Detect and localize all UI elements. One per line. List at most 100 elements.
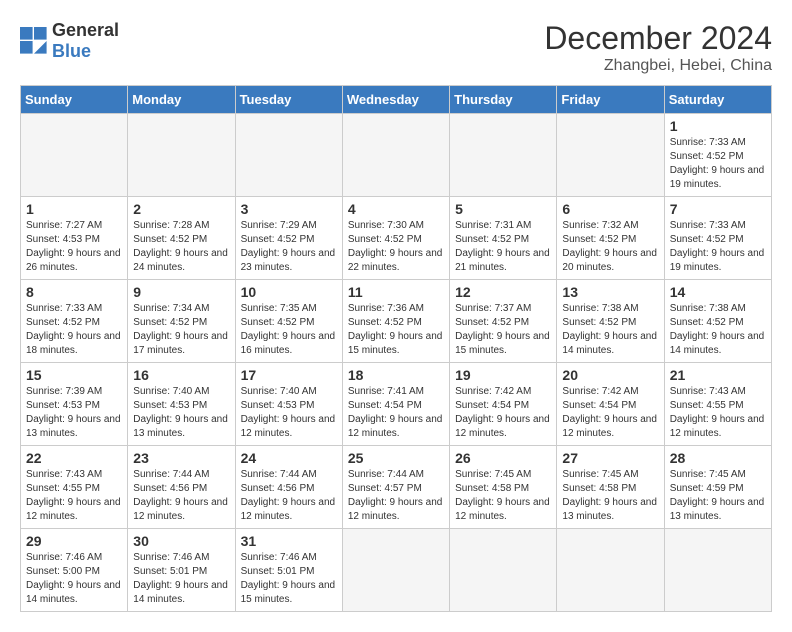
cell-details: Sunrise: 7:27 AMSunset: 4:53 PMDaylight:… [26, 219, 122, 275]
calendar-cell [235, 114, 342, 197]
day-number: 2 [133, 201, 229, 217]
cell-details: Sunrise: 7:40 AMSunset: 4:53 PMDaylight:… [241, 385, 337, 441]
cell-details: Sunrise: 7:46 AMSunset: 5:01 PMDaylight:… [241, 551, 337, 607]
calendar-cell: 13 Sunrise: 7:38 AMSunset: 4:52 PMDayligh… [557, 280, 664, 363]
calendar-cell: 9 Sunrise: 7:34 AMSunset: 4:52 PMDaylight… [128, 280, 235, 363]
calendar-cell: 24Sunrise: 7:44 AMSunset: 4:56 PMDayligh… [235, 446, 342, 529]
calendar-cell: 1Sunrise: 7:33 AMSunset: 4:52 PMDaylight… [664, 114, 771, 197]
calendar-cell [557, 114, 664, 197]
calendar-header-row: SundayMondayTuesdayWednesdayThursdayFrid… [21, 86, 772, 114]
cell-details: Sunrise: 7:39 AMSunset: 4:53 PMDaylight:… [26, 385, 122, 441]
logo: General Blue [20, 20, 119, 62]
calendar-body: 1 Sunrise: 7:33 AMSunset: 4:52 PMDaylight… [21, 114, 772, 612]
calendar-cell: 22Sunrise: 7:43 AMSunset: 4:55 PMDayligh… [21, 446, 128, 529]
day-header-monday: Monday [128, 86, 235, 114]
calendar-cell: 20 Sunrise: 7:42 AMSunset: 4:54 PMDayligh… [557, 363, 664, 446]
cell-details: Sunrise: 7:33 AMSunset: 4:52 PMDaylight:… [670, 219, 766, 275]
day-number: 29 [26, 533, 122, 549]
calendar-cell: 18Sunrise: 7:41 AMSunset: 4:54 PMDayligh… [342, 363, 449, 446]
logo-blue: Blue [52, 41, 91, 61]
cell-details: Sunrise: 7:31 AMSunset: 4:52 PMDaylight:… [455, 219, 551, 275]
day-header-tuesday: Tuesday [235, 86, 342, 114]
calendar-cell: 3 Sunrise: 7:29 AMSunset: 4:52 PMDaylight… [235, 197, 342, 280]
calendar-cell [128, 114, 235, 197]
day-number: 25 [348, 450, 444, 466]
logo-general: General [52, 20, 119, 40]
day-number: 7 [670, 201, 766, 217]
day-number: 19 [455, 367, 551, 383]
day-number: 23 [133, 450, 229, 466]
calendar-cell: 12Sunrise: 7:37 AMSunset: 4:52 PMDayligh… [450, 280, 557, 363]
calendar-cell: 30Sunrise: 7:46 AMSunset: 5:01 PMDayligh… [128, 529, 235, 612]
calendar-cell: 2 Sunrise: 7:28 AMSunset: 4:52 PMDaylight… [128, 197, 235, 280]
calendar-cell: 31Sunrise: 7:46 AMSunset: 5:01 PMDayligh… [235, 529, 342, 612]
cell-details: Sunrise: 7:30 AMSunset: 4:52 PMDaylight:… [348, 219, 444, 275]
calendar-cell: 8Sunrise: 7:33 AMSunset: 4:52 PMDaylight… [21, 280, 128, 363]
cell-details: Sunrise: 7:46 AMSunset: 5:01 PMDaylight:… [133, 551, 229, 607]
day-number: 14 [670, 284, 766, 300]
calendar-cell [21, 114, 128, 197]
day-number: 9 [133, 284, 229, 300]
calendar-week-5: 29 Sunrise: 7:46 AMSunset: 5:00 PMDayligh… [21, 529, 772, 612]
cell-details: Sunrise: 7:44 AMSunset: 4:56 PMDaylight:… [133, 468, 229, 524]
day-header-sunday: Sunday [21, 86, 128, 114]
calendar-cell [342, 529, 449, 612]
day-number: 10 [241, 284, 337, 300]
day-number: 20 [562, 367, 658, 383]
calendar-cell: 11 Sunrise: 7:36 AMSunset: 4:52 PMDayligh… [342, 280, 449, 363]
calendar-week-4: 22Sunrise: 7:43 AMSunset: 4:55 PMDayligh… [21, 446, 772, 529]
calendar-cell [450, 529, 557, 612]
calendar-cell: 5Sunrise: 7:31 AMSunset: 4:52 PMDaylight… [450, 197, 557, 280]
calendar-cell: 16Sunrise: 7:40 AMSunset: 4:53 PMDayligh… [128, 363, 235, 446]
day-number: 3 [241, 201, 337, 217]
day-number: 15 [26, 367, 122, 383]
day-header-saturday: Saturday [664, 86, 771, 114]
day-number: 13 [562, 284, 658, 300]
calendar-cell [557, 529, 664, 612]
calendar-cell: 26Sunrise: 7:45 AMSunset: 4:58 PMDayligh… [450, 446, 557, 529]
calendar-week-1: 1Sunrise: 7:27 AMSunset: 4:53 PMDaylight… [21, 197, 772, 280]
calendar-cell [664, 529, 771, 612]
calendar-cell [342, 114, 449, 197]
calendar-cell: 27 Sunrise: 7:45 AMSunset: 4:58 PMDayligh… [557, 446, 664, 529]
cell-details: Sunrise: 7:40 AMSunset: 4:53 PMDaylight:… [133, 385, 229, 441]
cell-details: Sunrise: 7:42 AMSunset: 4:54 PMDaylight:… [562, 385, 658, 441]
cell-details: Sunrise: 7:45 AMSunset: 4:58 PMDaylight:… [562, 468, 658, 524]
cell-details: Sunrise: 7:46 AMSunset: 5:00 PMDaylight:… [26, 551, 122, 607]
month-title: December 2024 [544, 20, 772, 57]
calendar-cell: 21Sunrise: 7:43 AMSunset: 4:55 PMDayligh… [664, 363, 771, 446]
day-header-friday: Friday [557, 86, 664, 114]
calendar-cell: 4 Sunrise: 7:30 AMSunset: 4:52 PMDaylight… [342, 197, 449, 280]
cell-details: Sunrise: 7:33 AMSunset: 4:52 PMDaylight:… [26, 302, 122, 358]
day-number: 12 [455, 284, 551, 300]
day-number: 27 [562, 450, 658, 466]
calendar-cell: 15 Sunrise: 7:39 AMSunset: 4:53 PMDayligh… [21, 363, 128, 446]
calendar-cell: 10Sunrise: 7:35 AMSunset: 4:52 PMDayligh… [235, 280, 342, 363]
cell-details: Sunrise: 7:34 AMSunset: 4:52 PMDaylight:… [133, 302, 229, 358]
cell-details: Sunrise: 7:29 AMSunset: 4:52 PMDaylight:… [241, 219, 337, 275]
calendar-cell: 17Sunrise: 7:40 AMSunset: 4:53 PMDayligh… [235, 363, 342, 446]
calendar-week-2: 8Sunrise: 7:33 AMSunset: 4:52 PMDaylight… [21, 280, 772, 363]
logo-wordmark: General Blue [52, 20, 119, 62]
day-header-wednesday: Wednesday [342, 86, 449, 114]
cell-details: Sunrise: 7:44 AMSunset: 4:56 PMDaylight:… [241, 468, 337, 524]
calendar-table: SundayMondayTuesdayWednesdayThursdayFrid… [20, 85, 772, 612]
day-number: 18 [348, 367, 444, 383]
cell-details: Sunrise: 7:42 AMSunset: 4:54 PMDaylight:… [455, 385, 551, 441]
calendar-cell: 7 Sunrise: 7:33 AMSunset: 4:52 PMDaylight… [664, 197, 771, 280]
calendar-cell: 14Sunrise: 7:38 AMSunset: 4:52 PMDayligh… [664, 280, 771, 363]
calendar-cell: 23 Sunrise: 7:44 AMSunset: 4:56 PMDayligh… [128, 446, 235, 529]
cell-details: Sunrise: 7:44 AMSunset: 4:57 PMDaylight:… [348, 468, 444, 524]
day-number: 4 [348, 201, 444, 217]
day-number: 21 [670, 367, 766, 383]
day-number: 6 [562, 201, 658, 217]
day-number: 22 [26, 450, 122, 466]
day-number: 1 [670, 118, 766, 134]
cell-details: Sunrise: 7:38 AMSunset: 4:52 PMDaylight:… [562, 302, 658, 358]
header: General Blue December 2024 Zhangbei, Heb… [20, 20, 772, 75]
cell-details: Sunrise: 7:45 AMSunset: 4:59 PMDaylight:… [670, 468, 766, 524]
cell-details: Sunrise: 7:28 AMSunset: 4:52 PMDaylight:… [133, 219, 229, 275]
cell-details: Sunrise: 7:36 AMSunset: 4:52 PMDaylight:… [348, 302, 444, 358]
day-number: 11 [348, 284, 444, 300]
calendar-week-0: 1Sunrise: 7:33 AMSunset: 4:52 PMDaylight… [21, 114, 772, 197]
